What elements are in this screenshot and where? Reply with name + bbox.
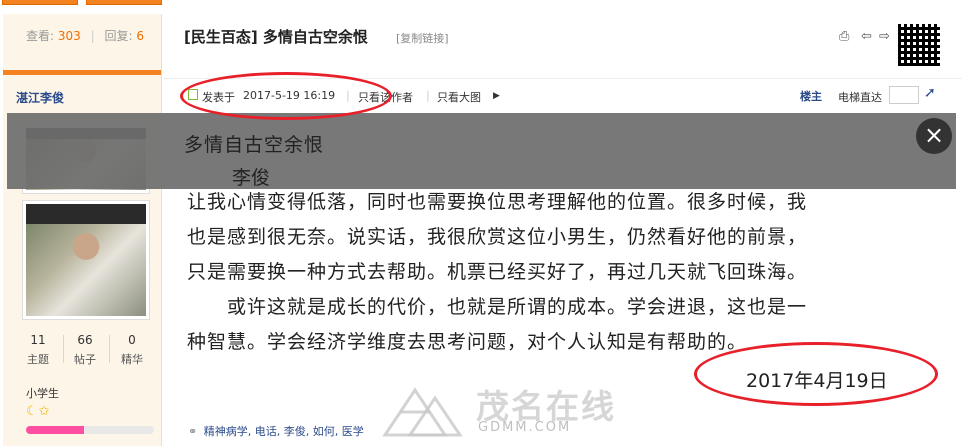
go-icon[interactable]: ➚ [924,85,936,101]
tag-link[interactable]: 精神病学 [204,425,248,438]
watermark-subtext: GDMM.COM [478,420,572,435]
stat-label: 主题 [27,353,49,366]
replies-count: 6 [136,29,144,43]
elevator-label: 电梯直达 [838,91,882,104]
content-line: 让我心情变得低落，同时也需要换位思考理解他的位置。很多时候，我 [187,191,808,213]
annotation-ellipse [180,72,392,120]
author-avatar[interactable] [22,200,150,320]
stat-value: 11 [30,333,46,347]
close-overlay-button[interactable]: × [916,118,952,154]
content-line: 只是需要换一种方式去帮助。机票已经买好了，再过几天就飞回珠海。 [187,261,808,283]
title-overlay [7,113,956,189]
stat-threads[interactable]: 11 主题 [18,333,58,367]
stat-label: 帖子 [74,353,96,366]
dropdown-arrow-icon[interactable]: ▶ [493,91,500,101]
content-line: 或许这就是成长的代价，也就是所谓的成本。学会进退，这也是一 [187,296,808,318]
stat-divider [63,335,64,363]
tag-link[interactable]: 电话 [255,425,277,438]
level-progress-fill [26,426,84,434]
next-thread-icon[interactable]: ⇨ [879,29,890,44]
user-rank[interactable]: 小学生 [26,385,59,401]
meta-separator: | [426,89,430,102]
stat-value: 66 [77,333,93,347]
author-name[interactable]: 湛江李俊 [16,89,64,106]
avatar-image [26,204,146,316]
qr-code-icon[interactable] [898,24,940,66]
top-tab-1[interactable] [2,0,78,5]
floor-label: 楼主 [800,90,822,103]
views-count: 303 [57,29,81,43]
rank-stars-icon: ☾✩ [26,404,51,419]
stat-label: 精华 [121,353,143,366]
watermark-logo [382,387,463,437]
prev-thread-icon[interactable]: ⇦ [861,29,872,44]
overlay-title: 多情自古空余恨 [184,134,325,156]
thread-title: [民生百态] 多情自古空余恨 [184,28,368,46]
content-line: 种智慧。学会经济学维度去思考问题，对个人认知是有帮助的。 [187,331,748,353]
level-progress-bar [26,426,154,434]
replies-label: 回复: [104,29,133,43]
tag-icon: ⚭ [188,425,198,438]
stat-divider [109,335,110,363]
elevator-floor-input[interactable] [889,86,919,104]
annotation-ellipse [694,342,938,406]
overlay-author: 李俊 [232,167,271,189]
stat-digest[interactable]: 0 精华 [112,333,152,367]
print-icon[interactable]: ⎙ [839,29,849,44]
thread-stats: 查看: 303 | 回复: 6 [26,29,144,43]
tag-list: ⚭ 精神病学, 电话, 李俊, 如何, 医学 [188,425,364,438]
sidebar-divider [3,70,161,75]
copy-link-button[interactable]: [复制链接] [396,30,449,46]
stat-posts[interactable]: 66 帖子 [65,333,105,367]
top-tab-2[interactable] [86,0,162,5]
stat-value: 0 [128,333,136,347]
tag-link[interactable]: 如何 [313,425,335,438]
content-line: 也是感到很无奈。说实话，我很欣赏这位小男生，仍然看好他的前景， [187,226,808,248]
tag-link[interactable]: 李俊 [284,425,306,438]
views-label: 查看: [26,29,55,43]
only-big-images-link[interactable]: 只看大图 [437,89,481,105]
tag-link[interactable]: 医学 [342,425,364,438]
